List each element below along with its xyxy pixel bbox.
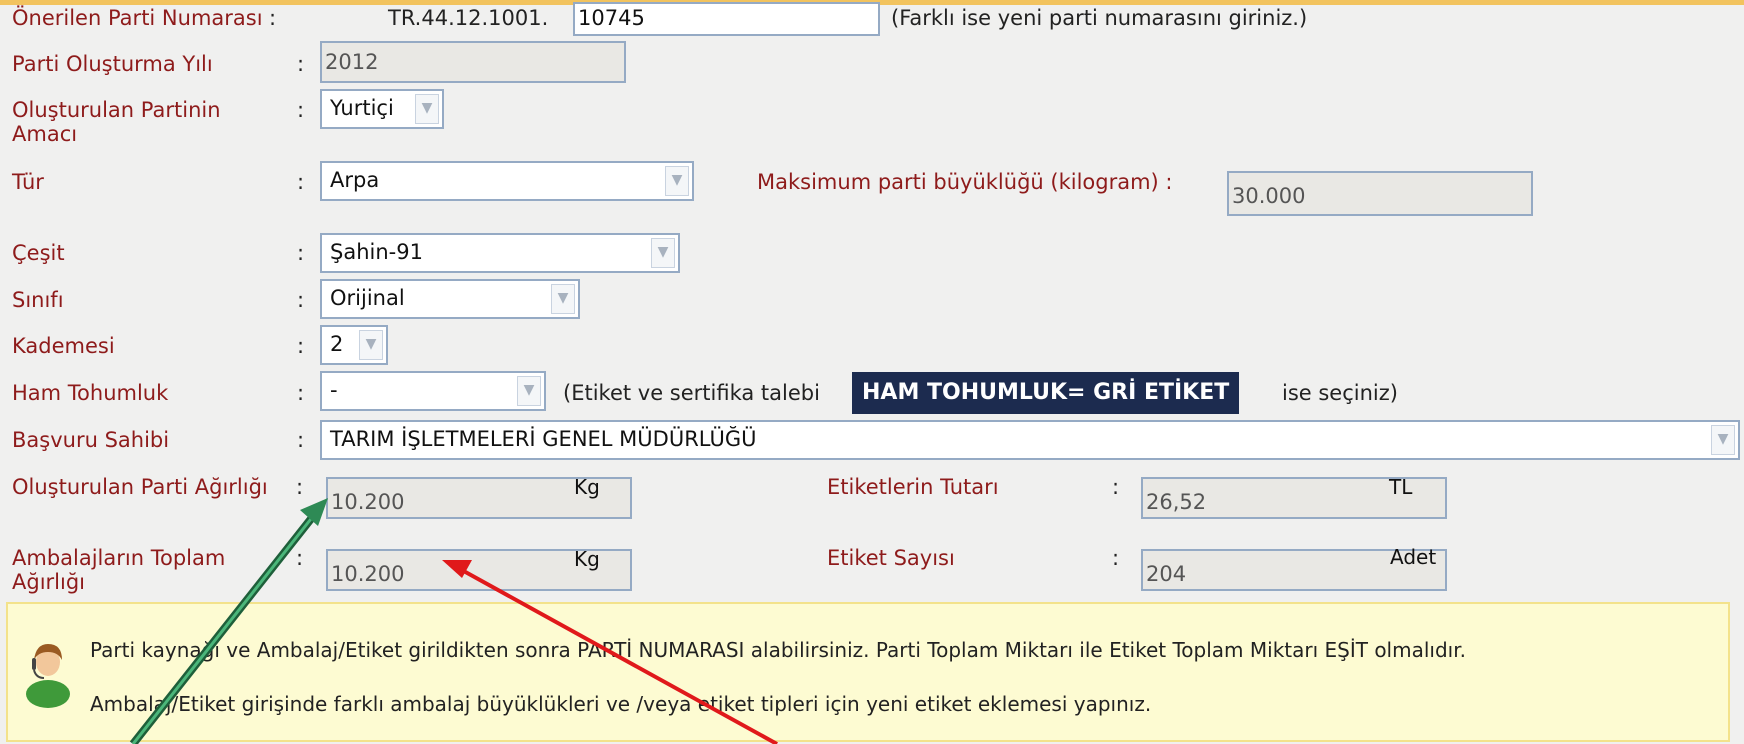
- colon: :: [1112, 546, 1120, 570]
- colon: :: [297, 288, 305, 312]
- green-arrow-head: [300, 498, 328, 526]
- label-cost-label: Etiketlerin Tutarı: [827, 475, 999, 499]
- max-lot-size-label: Maksimum parti büyüklüğü (kilogram) :: [757, 170, 1173, 194]
- chevron-down-icon[interactable]: ▼: [665, 166, 689, 196]
- stage-select[interactable]: 2 ▼: [320, 325, 388, 365]
- colon: :: [297, 334, 305, 358]
- variety-label: Çeşit: [12, 241, 65, 265]
- package-weight-label: Ambalajların Toplam Ağırlığı: [12, 546, 226, 594]
- lot-weight-label: Oluşturulan Parti Ağırlığı: [12, 475, 268, 499]
- species-select[interactable]: Arpa ▼: [320, 161, 694, 201]
- raw-seed-hint-after: ise seçiniz): [1282, 381, 1398, 405]
- label-count-label: Etiket Sayısı: [827, 546, 955, 570]
- raw-seed-label: Ham Tohumluk: [12, 381, 169, 405]
- variety-selected: Şahin-91: [330, 240, 423, 264]
- lot-number-input[interactable]: 10745: [573, 2, 880, 36]
- lot-number-prefix: TR.44.12.1001.: [388, 6, 549, 30]
- colon: :: [297, 98, 305, 122]
- colon: :: [297, 52, 305, 76]
- chevron-down-icon[interactable]: ▼: [415, 94, 439, 124]
- chevron-down-icon[interactable]: ▼: [359, 330, 383, 360]
- year-input[interactable]: 2012: [320, 41, 626, 83]
- gray-label-tag: HAM TOHUMLUK= GRİ ETİKET: [852, 372, 1240, 414]
- package-weight-unit: Kg: [574, 547, 600, 571]
- info-box: Parti kaynağı ve Ambalaj/Etiket girildik…: [6, 602, 1730, 742]
- lot-number-label: Önerilen Parti Numarası: [12, 6, 263, 30]
- colon: :: [297, 428, 305, 452]
- chevron-down-icon[interactable]: ▼: [551, 284, 575, 314]
- colon: :: [1112, 475, 1120, 499]
- colon: :: [296, 546, 304, 570]
- support-person-icon: [26, 644, 70, 708]
- applicant-label: Başvuru Sahibi: [12, 428, 170, 452]
- purpose-label: Oluşturulan Partinin Amacı: [12, 98, 221, 146]
- label-cost-unit: TL: [1389, 475, 1413, 499]
- species-selected: Arpa: [330, 168, 380, 192]
- applicant-select[interactable]: TARIM İŞLETMELERİ GENEL MÜDÜRLÜĞÜ ▼: [320, 420, 1740, 460]
- raw-seed-select[interactable]: - ▼: [320, 371, 546, 411]
- class-select[interactable]: Orijinal ▼: [320, 279, 580, 319]
- colon: :: [297, 241, 305, 265]
- colon: :: [269, 6, 277, 30]
- variety-select[interactable]: Şahin-91 ▼: [320, 233, 680, 273]
- class-selected: Orijinal: [330, 286, 405, 310]
- raw-seed-selected: -: [330, 378, 338, 402]
- class-label: Sınıfı: [12, 288, 64, 312]
- raw-seed-hint-before: (Etiket ve sertifika talebi: [563, 381, 820, 405]
- chevron-down-icon[interactable]: ▼: [517, 376, 541, 406]
- stage-label: Kademesi: [12, 334, 115, 358]
- purpose-selected: Yurtiçi: [330, 96, 394, 120]
- species-label: Tür: [12, 170, 44, 194]
- info-line-2: Ambalaj/Etiket girişinde farklı ambalaj …: [90, 692, 1152, 716]
- info-line-1: Parti kaynağı ve Ambalaj/Etiket girildik…: [90, 638, 1466, 662]
- colon: :: [297, 381, 305, 405]
- year-label: Parti Oluşturma Yılı: [12, 52, 213, 76]
- lot-number-hint: (Farklı ise yeni parti numarasını girini…: [891, 6, 1308, 30]
- max-lot-size-input[interactable]: 30.000: [1227, 171, 1533, 216]
- lot-weight-unit: Kg: [574, 475, 600, 499]
- chevron-down-icon[interactable]: ▼: [651, 238, 675, 268]
- colon: :: [297, 170, 305, 194]
- purpose-select[interactable]: Yurtiçi ▼: [320, 89, 444, 129]
- applicant-selected: TARIM İŞLETMELERİ GENEL MÜDÜRLÜĞÜ: [330, 427, 757, 451]
- colon: :: [296, 475, 304, 499]
- stage-selected: 2: [330, 332, 344, 356]
- chevron-down-icon[interactable]: ▼: [1711, 425, 1735, 455]
- label-count-unit: Adet: [1390, 545, 1437, 569]
